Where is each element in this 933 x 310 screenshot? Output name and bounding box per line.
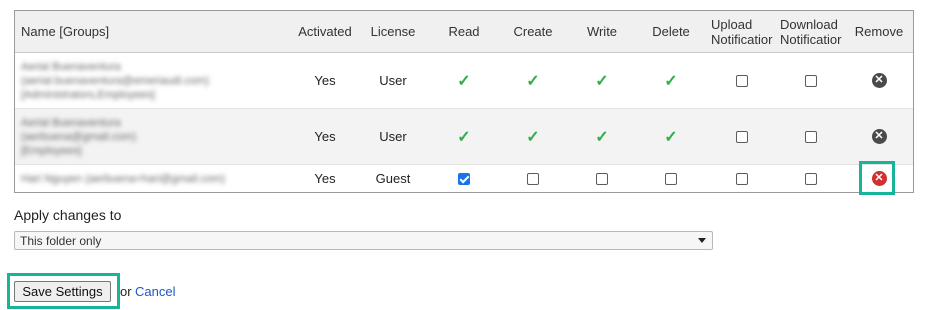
header-create: Create [513,24,553,39]
remove-cell: ✕ [849,109,909,164]
apply-changes-select[interactable]: This folder only [14,231,713,250]
table-row: Hari Nguyen (aerbuena+hari@gmail.com) Ye… [15,165,913,192]
header-upload-notification: Upload Notificatior [711,16,773,47]
remove-icon[interactable]: ✕ [871,129,887,144]
create-permission: ✓ [504,53,562,108]
header-license: License [370,24,416,39]
check-icon: ✓ [526,72,540,90]
header-write: Write [586,24,618,39]
write-permission [573,165,631,192]
cancel-link[interactable]: Cancel [135,284,175,299]
read-permission: ✓ [435,53,493,108]
license-cell: User [379,129,407,144]
write-permission: ✓ [573,53,631,108]
check-icon: ✓ [457,128,471,146]
caret-down-icon [698,238,706,243]
check-icon: ✓ [595,72,609,90]
download-notification-cell [780,165,842,192]
write-permission: ✓ [573,109,631,164]
check-icon: ✓ [526,128,540,146]
table-row: Aerial Buenaventura (aerbuena@gmail.com)… [15,109,913,165]
header-download-notification: Download Notificatior [780,16,842,47]
license-cell: User [379,73,407,88]
or-text: or [120,284,132,299]
upload-notification-cell [711,109,773,164]
download-notification-checkbox[interactable] [805,74,817,87]
delete-checkbox[interactable] [665,172,677,185]
download-notification-checkbox[interactable] [805,172,817,185]
license-cell: Guest [375,171,411,186]
read-permission [435,165,493,192]
download-notification-cell [780,53,842,108]
permissions-table: Name [Groups] Activated License Read Cre… [14,10,914,193]
upload-notification-cell [711,165,773,192]
delete-permission: ✓ [642,109,700,164]
upload-notification-cell [711,53,773,108]
table-row: Aerial Buenaventura (aerial.buenaventura… [15,53,913,109]
user-name-cell: Aerial Buenaventura (aerial.buenaventura… [21,60,209,101]
download-notification-checkbox[interactable] [805,130,817,143]
remove-highlight-box [859,161,895,195]
header-delete: Delete [652,24,690,39]
save-settings-button[interactable]: Save Settings [14,281,111,302]
download-notification-cell [780,109,842,164]
table-header: Name [Groups] Activated License Read Cre… [15,11,913,53]
apply-changes-selected: This folder only [20,233,102,248]
check-icon: ✓ [664,72,678,90]
header-read: Read [448,24,480,39]
header-activated: Activated [298,24,352,39]
activated-cell: Yes [314,73,336,88]
check-icon: ✓ [595,128,609,146]
delete-permission [642,165,700,192]
remove-icon[interactable]: ✕ [871,73,887,88]
check-icon: ✓ [457,72,471,90]
upload-notification-checkbox[interactable] [736,130,748,143]
create-permission [504,165,562,192]
read-permission: ✓ [435,109,493,164]
user-name-cell: Aerial Buenaventura (aerbuena@gmail.com)… [21,116,137,157]
create-checkbox[interactable] [527,172,539,185]
activated-cell: Yes [314,171,336,186]
header-name: Name [Groups] [21,24,110,39]
upload-notification-checkbox[interactable] [736,172,748,185]
apply-changes-label: Apply changes to [14,207,122,223]
write-checkbox[interactable] [596,172,608,185]
read-checkbox[interactable] [458,172,470,185]
remove-cell: ✕ [849,53,909,108]
activated-cell: Yes [314,129,336,144]
user-name-cell: Hari Nguyen (aerbuena+hari@gmail.com) [21,172,226,185]
header-remove: Remove [854,24,904,39]
upload-notification-checkbox[interactable] [736,74,748,87]
create-permission: ✓ [504,109,562,164]
check-icon: ✓ [664,128,678,146]
delete-permission: ✓ [642,53,700,108]
